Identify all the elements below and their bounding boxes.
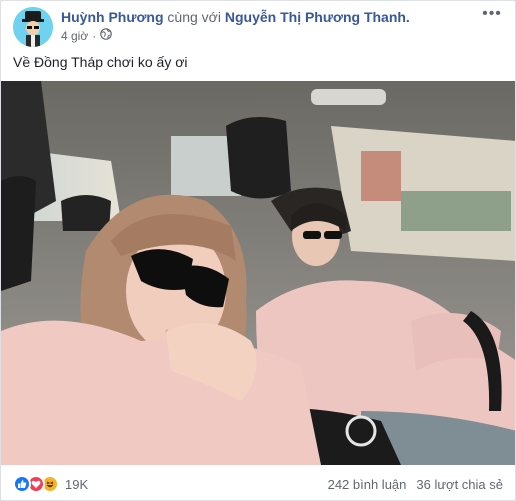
- post-footer: 19K 242 bình luận 36 lượt chia sẻ: [13, 467, 503, 500]
- shares-count[interactable]: 36 lượt chia sẻ: [416, 477, 503, 492]
- post-header: Huỳnh Phương cùng với Nguyễn Thị Phương …: [13, 5, 503, 47]
- like-icon: [13, 475, 31, 493]
- post-photo[interactable]: [1, 81, 515, 465]
- author-name[interactable]: Huỳnh Phương: [61, 9, 164, 25]
- globe-icon[interactable]: [100, 28, 113, 44]
- post-text: Về Đồng Tháp chơi ko ấy ơi: [13, 54, 188, 70]
- reaction-count: 19K: [65, 476, 89, 492]
- with-label: cùng với: [167, 9, 221, 25]
- author-avatar[interactable]: [13, 7, 53, 47]
- reactions-summary[interactable]: 19K: [13, 475, 88, 493]
- car-selfie-photo: [1, 81, 515, 465]
- more-options-icon[interactable]: •••: [481, 5, 503, 25]
- separator: ·: [92, 29, 97, 43]
- tagged-user[interactable]: Nguyễn Thị Phương Thanh.: [225, 9, 410, 25]
- comments-count[interactable]: 242 bình luận: [328, 477, 407, 492]
- post-timestamp[interactable]: 4 giờ: [61, 28, 88, 44]
- post-card: Huỳnh Phương cùng với Nguyễn Thị Phương …: [0, 0, 516, 501]
